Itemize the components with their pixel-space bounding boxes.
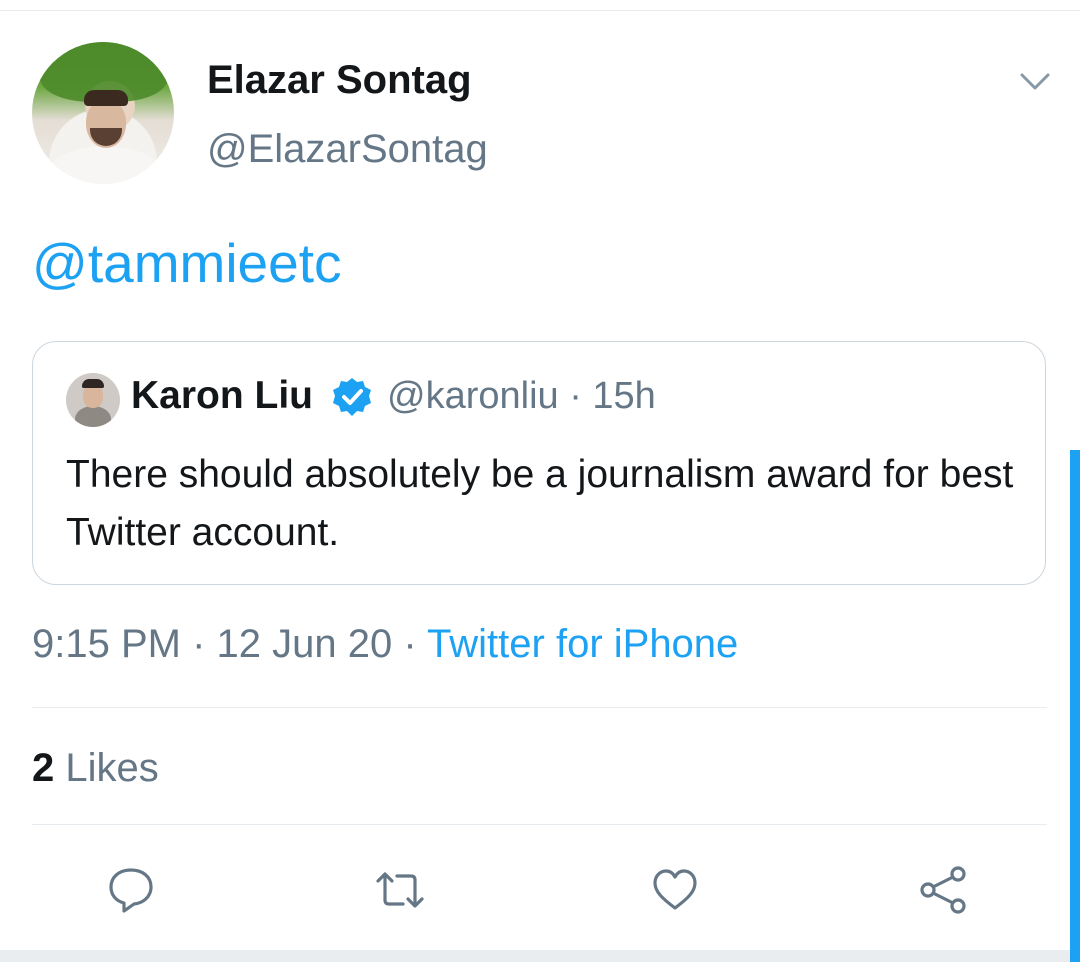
quoted-author-avatar: [66, 373, 120, 427]
author-handle[interactable]: @ElazarSontag: [207, 127, 488, 172]
heart-icon[interactable]: [649, 864, 701, 916]
scrollbar[interactable]: [1070, 450, 1080, 962]
tweet-timestamp: 9:15 PM · 12 Jun 20 · Twitter for iPhone: [32, 622, 738, 667]
chevron-down-icon[interactable]: [1019, 70, 1051, 94]
verified-badge-icon: [333, 378, 371, 416]
author-avatar[interactable]: [32, 42, 174, 184]
quoted-handle-time: @karonliu · 15h: [387, 375, 656, 417]
divider: [32, 824, 1047, 825]
bottom-separator: [0, 950, 1080, 962]
likes-stat[interactable]: 2 Likes: [32, 746, 159, 791]
tweet-mention[interactable]: @tammieetc: [32, 231, 342, 295]
tweet-source-link[interactable]: Twitter for iPhone: [427, 622, 738, 666]
reply-icon[interactable]: [105, 864, 157, 916]
top-divider: [0, 0, 1080, 11]
quoted-author-name: Karon Liu: [131, 374, 313, 417]
share-icon[interactable]: [917, 864, 969, 916]
timestamp-text: 9:15 PM · 12 Jun 20 ·: [32, 622, 428, 666]
likes-label: Likes: [54, 746, 159, 790]
quoted-tweet-card[interactable]: Karon Liu @karonliu · 15h There should a…: [32, 341, 1046, 585]
divider: [32, 707, 1047, 708]
retweet-icon[interactable]: [374, 864, 426, 916]
author-display-name[interactable]: Elazar Sontag: [207, 58, 472, 103]
quoted-tweet-text: There should absolutely be a journalism …: [66, 453, 1014, 554]
likes-count: 2: [32, 746, 55, 790]
